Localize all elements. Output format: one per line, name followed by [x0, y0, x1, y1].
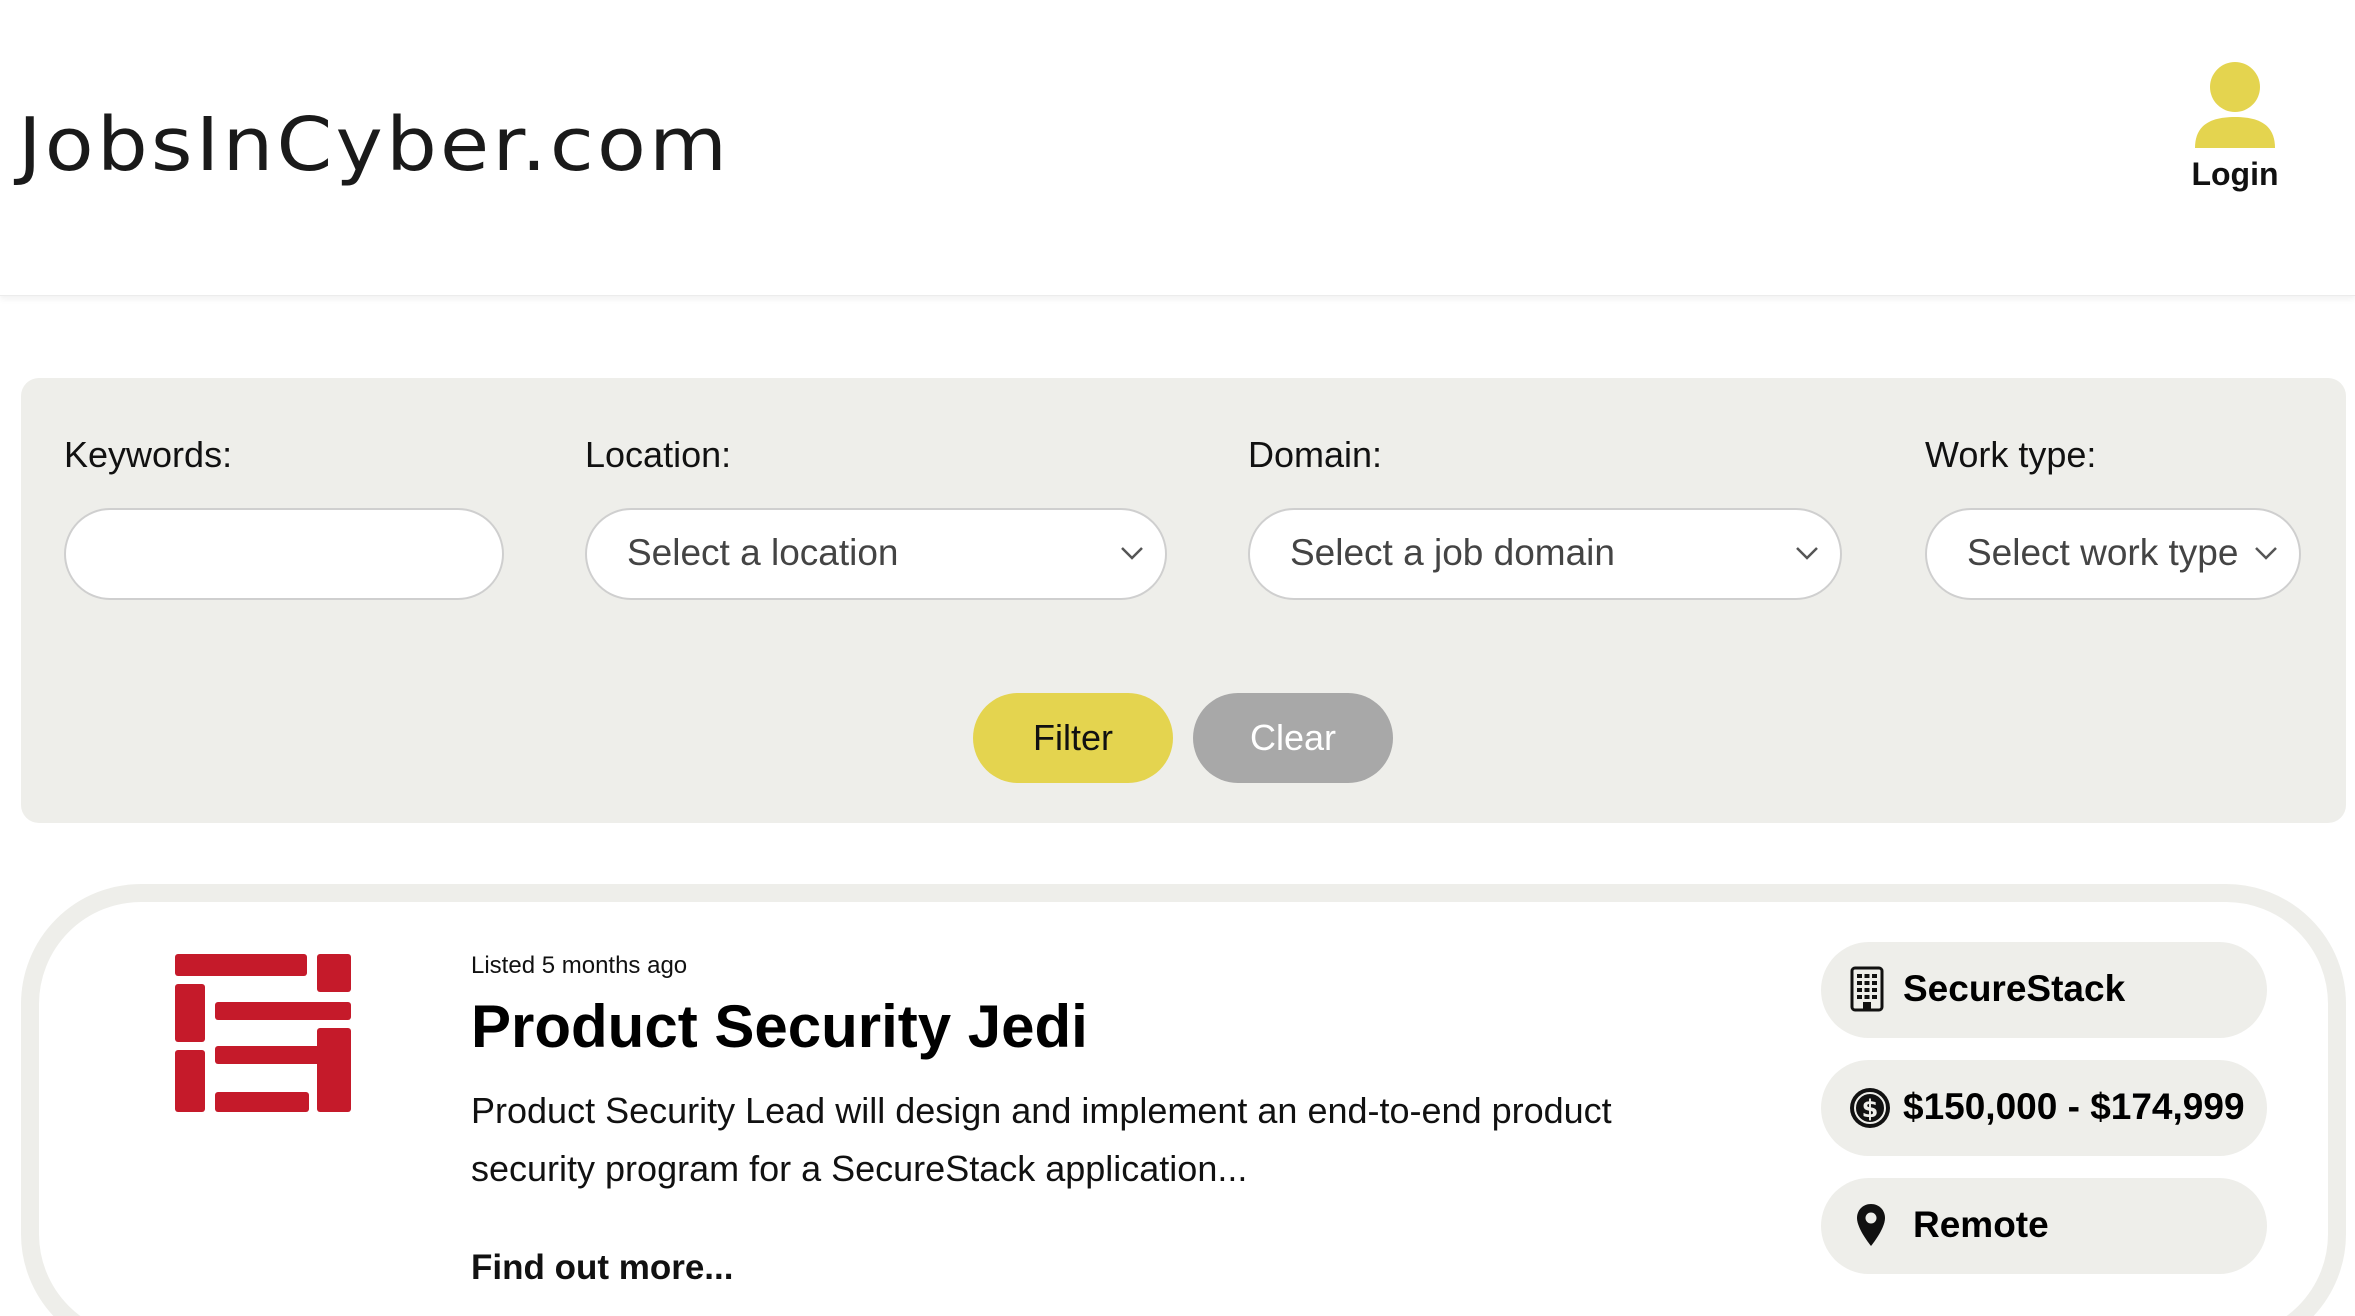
- chevron-down-icon: [2255, 547, 2277, 560]
- company-name: SecureStack: [1903, 968, 2126, 1009]
- work-type-select[interactable]: Select work type: [1925, 508, 2301, 600]
- login-label: Login: [2191, 156, 2279, 192]
- domain-select-value: Select a job domain: [1290, 532, 1615, 573]
- work-type-label: Work type:: [1925, 434, 2097, 475]
- map-pin-icon: [1857, 1204, 1885, 1246]
- user-icon: [2195, 62, 2275, 148]
- login-button[interactable]: Login: [2150, 62, 2320, 202]
- job-location: Remote: [1913, 1204, 2049, 1245]
- filter-panel: Keywords: Location: Select a location Do…: [21, 378, 2346, 823]
- site-logo[interactable]: JobsInCyber.com: [18, 102, 730, 188]
- keywords-input[interactable]: [64, 508, 504, 600]
- svg-text:$: $: [1862, 1095, 1879, 1123]
- domain-select[interactable]: Select a job domain: [1248, 508, 1842, 600]
- salary-range: $150,000 - $174,999: [1903, 1086, 2245, 1127]
- company-pill: SecureStack: [1821, 942, 2267, 1038]
- work-type-select-value: Select work type: [1967, 532, 2239, 573]
- job-title[interactable]: Product Security Jedi: [471, 992, 1088, 1061]
- chevron-down-icon: [1121, 547, 1143, 560]
- listed-date: Listed 5 months ago: [471, 952, 688, 979]
- building-icon: [1850, 966, 1884, 1012]
- site-header: JobsInCyber.com Login: [0, 0, 2355, 296]
- job-description: Product Security Lead will design and im…: [471, 1090, 1612, 1189]
- keywords-label: Keywords:: [64, 434, 233, 475]
- page-root: JobsInCyber.com Login Keywords: Location…: [0, 0, 2355, 1316]
- domain-label: Domain:: [1248, 434, 1383, 475]
- dollar-coin-icon: $: [1850, 1088, 1890, 1128]
- salary-pill: $ $150,000 - $174,999: [1821, 1060, 2267, 1156]
- job-card[interactable]: Listed 5 months ago Product Security Jed…: [21, 884, 2346, 1316]
- company-logo: [175, 954, 351, 1112]
- filter-button[interactable]: Filter: [973, 693, 1173, 783]
- location-select[interactable]: Select a location: [585, 508, 1167, 600]
- location-label: Location:: [585, 434, 732, 475]
- location-select-value: Select a location: [627, 532, 899, 573]
- find-out-more-link[interactable]: Find out more...: [471, 1248, 733, 1288]
- clear-button[interactable]: Clear: [1193, 693, 1393, 783]
- location-pill: Remote: [1821, 1178, 2267, 1274]
- chevron-down-icon: [1796, 547, 1818, 560]
